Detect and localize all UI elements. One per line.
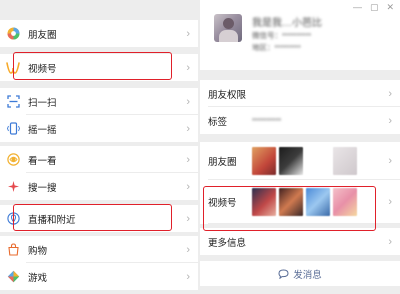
- games-icon: [6, 270, 20, 284]
- window-controls: — ▢ ✕: [353, 2, 394, 13]
- tag-value: **********: [252, 116, 282, 125]
- avatar[interactable]: [214, 14, 242, 42]
- discover-item-label: 朋友圈: [28, 29, 57, 41]
- chevron-right-icon: ›: [388, 235, 392, 248]
- chevron-right-icon: ›: [186, 180, 190, 193]
- discover-item-label: 游戏: [28, 272, 48, 284]
- chat-bubble-icon: [278, 268, 289, 279]
- shopping-icon: [6, 243, 20, 257]
- row-label: 朋友权限: [208, 89, 247, 101]
- send-message-label: 发消息: [293, 269, 322, 281]
- minimize-icon[interactable]: —: [353, 2, 362, 13]
- discover-item-top-stories[interactable]: 看一看 ›: [0, 146, 198, 173]
- discover-item-channels[interactable]: 视频号 ›: [0, 54, 198, 81]
- discover-item-shopping[interactable]: 购物 ›: [0, 236, 198, 263]
- maximize-icon[interactable]: ▢: [370, 2, 379, 13]
- discover-item-scan[interactable]: 扫一扫 ›: [0, 88, 198, 115]
- profile-card: — ▢ ✕ 我是我…小芭比 微信号：********** 地区：********…: [200, 0, 400, 70]
- discover-item-live-nearby[interactable]: 直播和附近 ›: [0, 205, 198, 232]
- discover-item-search[interactable]: 搜一搜 ›: [0, 173, 198, 200]
- chevron-right-icon: ›: [186, 153, 190, 166]
- chevron-right-icon: ›: [388, 114, 392, 127]
- moments-row[interactable]: 朋友圈 ›: [200, 142, 400, 180]
- scan-icon: [6, 95, 20, 109]
- chevron-right-icon: ›: [186, 212, 190, 225]
- row-divider: [208, 223, 400, 224]
- moments-thumbnail: [279, 147, 303, 175]
- screenshot-stage: 朋友圈 › 视频号 › 扫一扫 › 摇一摇 › 看一看 › 搜一搜 › 直播和附…: [0, 0, 400, 294]
- chevron-right-icon: ›: [186, 27, 190, 40]
- row-label: 标签: [208, 116, 228, 128]
- moments-thumbnail: [306, 147, 330, 175]
- channels-icon: [6, 61, 20, 75]
- row-label: 朋友圈: [208, 157, 237, 168]
- discover-item-label: 视频号: [28, 63, 57, 75]
- contact-name: 我是我…小芭比: [252, 18, 322, 29]
- shake-icon: [6, 122, 20, 136]
- search-icon: [6, 180, 20, 194]
- row-label: 更多信息: [208, 237, 247, 249]
- row-label: 视频号: [208, 198, 237, 209]
- discover-item-label: 搜一搜: [28, 182, 57, 194]
- chevron-right-icon: ›: [388, 155, 392, 167]
- discover-item-label: 购物: [28, 245, 48, 257]
- moments-thumbnail: [252, 147, 276, 175]
- chevron-right-icon: ›: [186, 122, 190, 135]
- discover-item-moments[interactable]: 朋友圈 ›: [0, 20, 198, 47]
- send-message-button[interactable]: 发消息: [200, 261, 400, 286]
- tags-row[interactable]: 标签 ********** ›: [200, 107, 400, 134]
- channels-thumbnail: [279, 188, 303, 216]
- discover-item-label: 扫一扫: [28, 97, 57, 109]
- chevron-right-icon: ›: [388, 196, 392, 208]
- live-nearby-icon: [6, 212, 20, 226]
- friend-permissions-row[interactable]: 朋友权限 ›: [200, 80, 400, 107]
- moments-thumbnails: [252, 147, 357, 175]
- close-icon[interactable]: ✕: [386, 2, 394, 13]
- chevron-right-icon: ›: [186, 95, 190, 108]
- discover-item-label: 看一看: [28, 155, 57, 167]
- chevron-right-icon: ›: [186, 61, 190, 74]
- wechat-id: 微信号：**********: [252, 31, 312, 40]
- contact-profile-panel: — ▢ ✕ 我是我…小芭比 微信号：********** 地区：********…: [200, 0, 400, 294]
- discover-item-label: 摇一摇: [28, 124, 57, 136]
- chevron-right-icon: ›: [186, 243, 190, 256]
- channels-thumbnails: [252, 188, 357, 216]
- top-stories-icon: [6, 153, 20, 167]
- discover-item-shake[interactable]: 摇一摇 ›: [0, 115, 198, 142]
- more-info-row[interactable]: 更多信息 ›: [200, 228, 400, 255]
- discover-item-label: 直播和附近: [28, 214, 76, 226]
- discover-panel: 朋友圈 › 视频号 › 扫一扫 › 摇一摇 › 看一看 › 搜一搜 › 直播和附…: [0, 0, 200, 294]
- moments-icon: [6, 27, 20, 41]
- discover-item-games[interactable]: 游戏 ›: [0, 263, 198, 290]
- chevron-right-icon: ›: [388, 87, 392, 100]
- channels-row[interactable]: 视频号 ›: [200, 180, 400, 224]
- channels-thumbnail: [306, 188, 330, 216]
- region: 地区：*********: [252, 43, 301, 52]
- chevron-right-icon: ›: [186, 270, 190, 283]
- channels-thumbnail: [252, 188, 276, 216]
- channels-thumbnail: [333, 188, 357, 216]
- moments-thumbnail: [333, 147, 357, 175]
